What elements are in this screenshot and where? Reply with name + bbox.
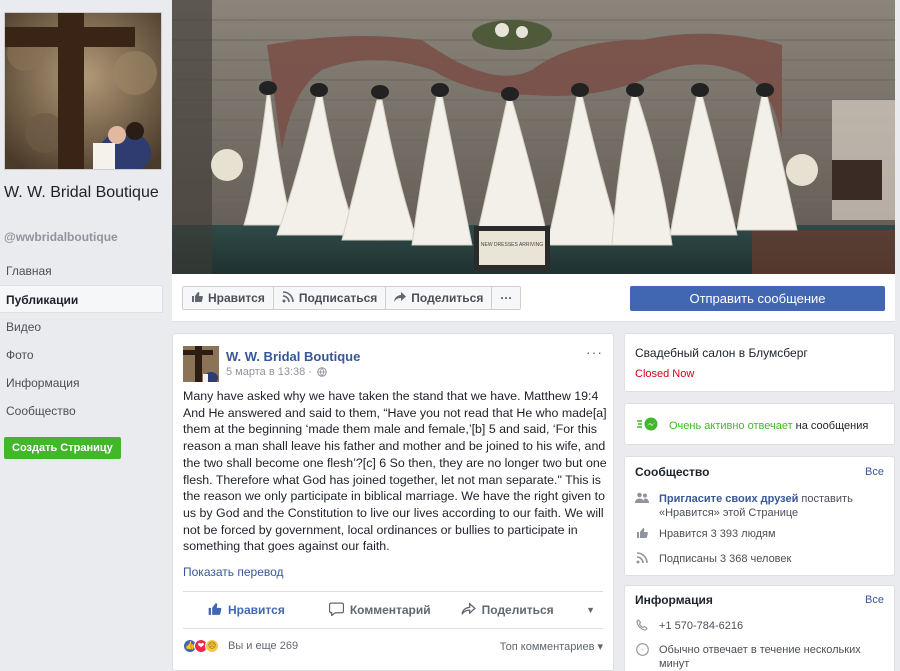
follow-page-button[interactable]: Подписаться <box>274 287 387 309</box>
messenger-icon <box>637 417 659 434</box>
page-likes-count: Нравится 3 393 людям <box>659 528 776 540</box>
responsiveness-rest: на сообщения <box>792 419 869 432</box>
community-title: Сообщество <box>635 465 710 479</box>
post-timestamp[interactable]: 5 марта в 13:38 · <box>226 366 327 380</box>
page-name[interactable]: W. W. Bridal Boutique <box>4 182 164 203</box>
post-like-button[interactable]: Нравится <box>207 602 285 619</box>
page-follows-row: Подписаны 3 368 человек <box>635 552 885 566</box>
page-likes-row: Нравится 3 393 людям <box>635 527 885 541</box>
show-translation-link[interactable]: Показать перевод <box>183 565 284 579</box>
post-action-bar: Нравится Комментарий Поделиться ▼ <box>183 591 603 629</box>
reaction-icons[interactable]: 👍 ❤ ☹ <box>183 639 219 653</box>
globe-icon <box>317 367 327 380</box>
people-icon <box>635 492 649 520</box>
profile-picture[interactable] <box>4 12 162 170</box>
post-share-button[interactable]: Поделиться <box>461 601 554 619</box>
post-author-name[interactable]: W. W. Bridal Boutique <box>226 349 360 364</box>
community-see-all-link[interactable]: Все <box>865 466 884 478</box>
post-body-text: Many have asked why we have taken the st… <box>183 389 607 554</box>
share-page-button[interactable]: Поделиться <box>386 287 493 309</box>
nav-item-home[interactable]: Главная <box>0 257 163 285</box>
nav-item-community[interactable]: Сообщество <box>0 397 163 425</box>
page-handle[interactable]: @wwbridalboutique <box>4 230 118 244</box>
thumbs-up-icon <box>191 291 203 306</box>
left-nav: Главная Публикации Видео Фото Информация… <box>0 257 163 425</box>
response-time-text: Обычно отвечает в течение нескольких мин… <box>659 644 861 670</box>
community-card: Сообщество Все Пригласите своих друзей п… <box>624 456 895 576</box>
create-page-button[interactable]: Создать Страницу <box>4 437 121 459</box>
share-arrow-icon <box>394 291 407 306</box>
thumbs-up-icon <box>635 527 649 541</box>
phone-number[interactable]: +1 570-784-6216 <box>659 619 743 633</box>
info-see-all-link[interactable]: Все <box>865 594 884 606</box>
responsiveness-row: Очень активно отвечает на сообщения <box>637 417 868 434</box>
post-share-label: Поделиться <box>481 603 554 617</box>
thumbs-up-icon <box>207 602 222 619</box>
cover-photo[interactable]: NEW DRESSES ARRIVING <box>172 0 895 274</box>
follow-page-label: Подписаться <box>298 291 378 305</box>
responsiveness-highlight: Очень активно отвечает <box>669 419 793 432</box>
share-options-chevron-icon[interactable]: ▼ <box>586 605 595 615</box>
sad-reaction-icon: ☹ <box>205 639 219 653</box>
phone-icon <box>635 619 649 633</box>
page-action-buttons: Нравится Подписаться Поделиться ··· <box>182 286 522 310</box>
post-card: W. W. Bridal Boutique 5 марта в 13:38 · … <box>172 333 614 671</box>
send-message-button[interactable]: Отправить сообщение <box>630 286 885 311</box>
invite-friends-row: Пригласите своих друзей поставить «Нрави… <box>635 492 885 520</box>
nav-item-info[interactable]: Информация <box>0 369 163 397</box>
post-comment-button[interactable]: Комментарий <box>328 601 431 619</box>
share-arrow-icon <box>461 601 476 619</box>
page-follows-count: Подписаны 3 368 человек <box>659 553 792 565</box>
rss-icon <box>635 552 649 566</box>
about-card: Свадебный салон в Блумсберг Closed Now <box>624 333 895 392</box>
share-page-label: Поделиться <box>411 291 484 305</box>
reactions-count[interactable]: Вы и еще 269 <box>228 640 298 652</box>
nav-item-posts[interactable]: Публикации <box>0 285 163 313</box>
post-author-avatar[interactable] <box>183 346 219 382</box>
post-options-button[interactable]: ··· <box>586 344 603 360</box>
messenger-outline-icon <box>635 643 649 671</box>
page-action-bar: Нравится Подписаться Поделиться ··· Отпр… <box>172 274 895 322</box>
open-status: Closed Now <box>635 368 695 380</box>
responsiveness-text: Очень активно отвечает на сообщения <box>669 420 868 432</box>
nav-item-videos[interactable]: Видео <box>0 313 163 341</box>
speech-bubble-icon <box>328 601 344 619</box>
business-category[interactable]: Свадебный салон в Блумсберг <box>635 346 808 360</box>
response-time-row: Обычно отвечает в течение нескольких мин… <box>635 643 885 671</box>
reactions-summary: 👍 ❤ ☹ Вы и еще 269 Топ комментариев ▾ <box>183 637 603 655</box>
nav-item-photos[interactable]: Фото <box>0 341 163 369</box>
post-date[interactable]: 5 марта в 13:38 · <box>226 366 312 378</box>
info-title: Информация <box>635 593 713 607</box>
comment-sort-dropdown[interactable]: Топ комментариев ▾ <box>500 640 603 653</box>
like-page-label: Нравится <box>208 291 265 305</box>
invite-friends-link[interactable]: Пригласите своих друзей <box>659 493 798 505</box>
cover-sign-text: NEW DRESSES ARRIVING <box>481 242 543 248</box>
info-card: Информация Все +1 570-784-6216 Обычно от… <box>624 585 895 671</box>
like-page-button[interactable]: Нравится <box>183 287 274 309</box>
responsiveness-card: Очень активно отвечает на сообщения <box>624 403 895 445</box>
post-comment-label: Комментарий <box>349 603 431 617</box>
rss-icon <box>282 290 294 306</box>
post-like-label: Нравится <box>228 603 285 617</box>
more-options-button[interactable]: ··· <box>492 287 520 309</box>
phone-row: +1 570-784-6216 <box>635 619 885 633</box>
